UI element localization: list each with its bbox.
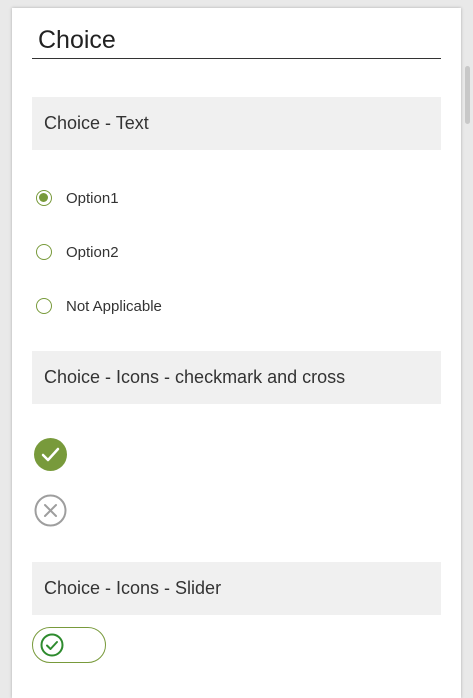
section-header-icons-label: Choice - Icons - checkmark and cross: [44, 367, 346, 387]
section-header-icons: Choice - Icons - checkmark and cross: [32, 351, 441, 404]
radio-option-2[interactable]: Option2: [36, 240, 119, 264]
section-header-slider: Choice - Icons - Slider: [32, 562, 441, 615]
section-header-text-label: Choice - Text: [44, 113, 149, 133]
choice-card: Choice Choice - Text Option1 Option2 Not…: [12, 8, 461, 698]
checkmark-icon: [40, 633, 64, 657]
radio-option-label: Option1: [66, 189, 119, 207]
section-header-text: Choice - Text: [32, 97, 441, 150]
radio-option-label: Option2: [66, 243, 119, 261]
radio-button[interactable]: [36, 298, 52, 314]
radio-option-not-applicable[interactable]: Not Applicable: [36, 294, 162, 318]
radio-option-1[interactable]: Option1: [36, 186, 119, 210]
checkmark-icon[interactable]: [34, 438, 67, 471]
cross-icon[interactable]: [34, 494, 67, 527]
title-underline: Choice: [32, 26, 441, 59]
section-header-slider-label: Choice - Icons - Slider: [44, 578, 222, 598]
choice-slider-toggle[interactable]: [32, 627, 106, 663]
page-title: Choice: [38, 26, 116, 54]
scrollbar[interactable]: [465, 66, 470, 124]
radio-option-label: Not Applicable: [66, 297, 162, 315]
radio-button[interactable]: [36, 244, 52, 260]
radio-button-selected[interactable]: [36, 190, 52, 206]
